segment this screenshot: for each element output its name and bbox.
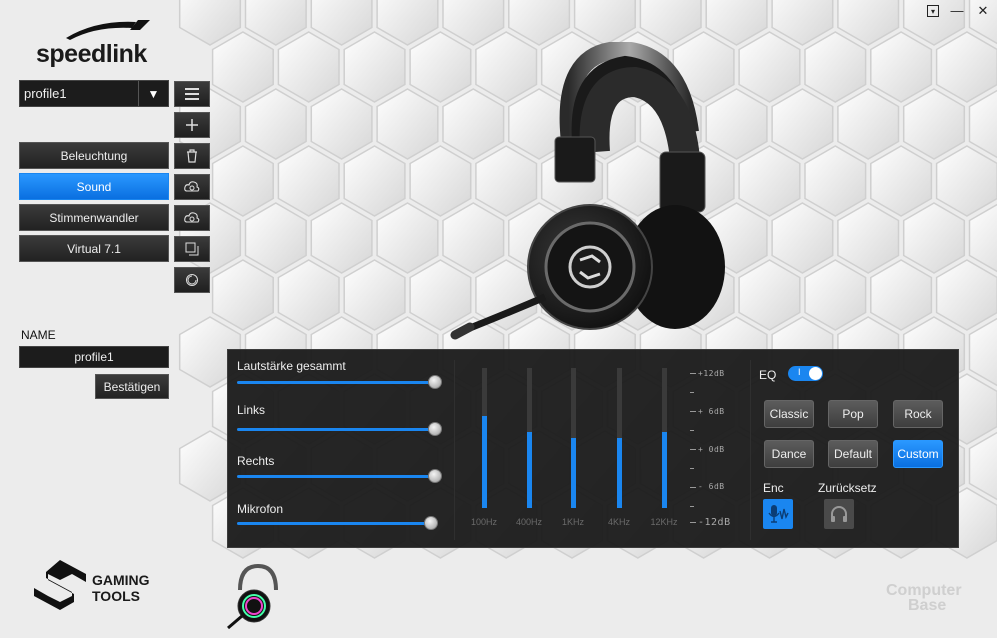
import-button[interactable]	[174, 174, 210, 200]
computerbase-watermark: Computer Base	[886, 582, 962, 614]
eq-band-fill	[617, 438, 622, 508]
eq-freq-label: 12KHz	[650, 517, 678, 527]
gaming-tools-text: GAMING TOOLS	[92, 572, 150, 604]
db-label: - 6dB	[698, 482, 725, 491]
eq-band-1khz[interactable]	[571, 368, 576, 508]
scale-tick	[690, 373, 696, 374]
close-icon[interactable]: ✕	[975, 4, 991, 18]
add-profile-button[interactable]	[174, 112, 210, 138]
preset-pop-button[interactable]: Pop	[828, 400, 878, 428]
gaming-tools-logo-icon	[34, 560, 86, 610]
gaming-tools-line1: GAMING	[92, 572, 150, 588]
copy-profile-button[interactable]	[174, 236, 210, 262]
logo-text: speedlink	[36, 40, 147, 68]
scale-tick	[690, 506, 694, 507]
dropdown-arrow-icon[interactable]: ▼	[138, 81, 168, 106]
watermark-line2: Base	[908, 597, 947, 614]
preset-dance-button[interactable]: Dance	[764, 440, 814, 468]
scale-tick	[690, 449, 696, 450]
speedlink-logo: speedlink	[36, 18, 156, 70]
db-label: -12dB	[698, 517, 731, 528]
preset-default-button[interactable]: Default	[828, 440, 878, 468]
preset-custom-button[interactable]: Custom	[893, 440, 943, 468]
export-button[interactable]	[174, 205, 210, 231]
reset-label: Zurücksetz	[818, 481, 877, 495]
sound-panel: Lautstärke gesammt Links Rechts Mikrofon…	[227, 349, 959, 548]
eq-band-fill	[571, 438, 576, 508]
headset-image	[450, 42, 725, 340]
eq-band-fill	[482, 415, 487, 508]
watermark-line1: Computer	[886, 582, 962, 599]
right-slider[interactable]	[237, 475, 435, 478]
eq-band-4khz[interactable]	[617, 368, 622, 508]
eq-freq-label: 400Hz	[515, 517, 542, 527]
confirm-button[interactable]: Bestätigen	[95, 374, 169, 399]
eq-band-fill	[662, 432, 667, 508]
reset-profile-button[interactable]	[174, 267, 210, 293]
microphone-label: Mikrofon	[237, 502, 284, 516]
nav-virtual71-button[interactable]: Virtual 7.1	[19, 235, 169, 262]
microphone-wave-icon	[768, 505, 789, 523]
microphone-slider[interactable]	[237, 522, 435, 525]
profile-dropdown[interactable]: profile1 ▼	[19, 80, 169, 107]
eq-freq-label: 100Hz	[470, 517, 497, 527]
db-label: + 0dB	[698, 445, 725, 454]
trash-icon	[187, 149, 197, 163]
minimize-icon[interactable]: —	[949, 4, 965, 18]
right-knob[interactable]	[428, 469, 442, 483]
left-label: Links	[237, 403, 266, 417]
profile-name-field[interactable]: profile1	[19, 346, 169, 368]
eq-band-fill	[527, 432, 532, 508]
toggle-knob	[809, 367, 822, 380]
nav-sound-button[interactable]: Sound	[19, 173, 169, 200]
scale-tick	[690, 468, 694, 469]
scale-tick	[690, 430, 694, 431]
eq-band-400hz[interactable]	[527, 368, 532, 508]
right-label: Rechts	[237, 454, 275, 468]
gaming-tools-line2: TOOLS	[92, 588, 140, 604]
divider	[454, 360, 455, 540]
menu-button[interactable]	[174, 81, 210, 107]
headphones-reset-icon	[831, 506, 847, 522]
scale-tick	[690, 411, 696, 412]
plus-icon	[186, 119, 198, 131]
mini-headset-image	[227, 563, 278, 630]
enc-button[interactable]	[763, 499, 793, 529]
preset-rock-button[interactable]: Rock	[893, 400, 943, 428]
db-label: + 6dB	[698, 407, 725, 416]
name-label: NAME	[21, 328, 56, 342]
preset-classic-button[interactable]: Classic	[764, 400, 814, 428]
reset-icon	[186, 274, 198, 286]
db-label: +12dB	[698, 369, 725, 378]
left-slider[interactable]	[237, 428, 435, 431]
eq-freq-label: 1KHz	[561, 517, 584, 527]
cloud-refresh-icon	[184, 181, 200, 192]
menu-icon	[185, 88, 199, 100]
eq-band-100hz[interactable]	[482, 368, 487, 508]
volume-total-slider[interactable]	[237, 381, 435, 384]
volume-total-knob[interactable]	[428, 375, 442, 389]
delete-profile-button[interactable]	[174, 143, 210, 169]
window-controls: ▾ — ✕	[927, 4, 991, 18]
scale-tick	[690, 392, 694, 393]
eq-toggle[interactable]: I	[788, 366, 823, 381]
scale-tick	[690, 487, 696, 488]
volume-total-label: Lautstärke gesammt	[237, 359, 346, 373]
minimize-to-tray-icon[interactable]: ▾	[927, 5, 939, 17]
divider	[750, 360, 751, 540]
enc-label: Enc	[763, 481, 784, 495]
left-knob[interactable]	[428, 422, 442, 436]
profile-dropdown-value: profile1	[24, 86, 67, 101]
eq-band-12khz[interactable]	[662, 368, 667, 508]
reset-eq-button[interactable]	[824, 499, 854, 529]
scale-tick	[690, 522, 696, 523]
eq-label: EQ	[759, 368, 777, 382]
toggle-mark: I	[798, 367, 801, 377]
nav-stimmenwandler-button[interactable]: Stimmenwandler	[19, 204, 169, 231]
microphone-knob[interactable]	[424, 516, 439, 530]
cloud-refresh-icon	[184, 212, 200, 223]
nav-beleuchtung-button[interactable]: Beleuchtung	[19, 142, 169, 169]
copy-icon	[185, 242, 199, 256]
eq-freq-label: 4KHz	[607, 517, 630, 527]
